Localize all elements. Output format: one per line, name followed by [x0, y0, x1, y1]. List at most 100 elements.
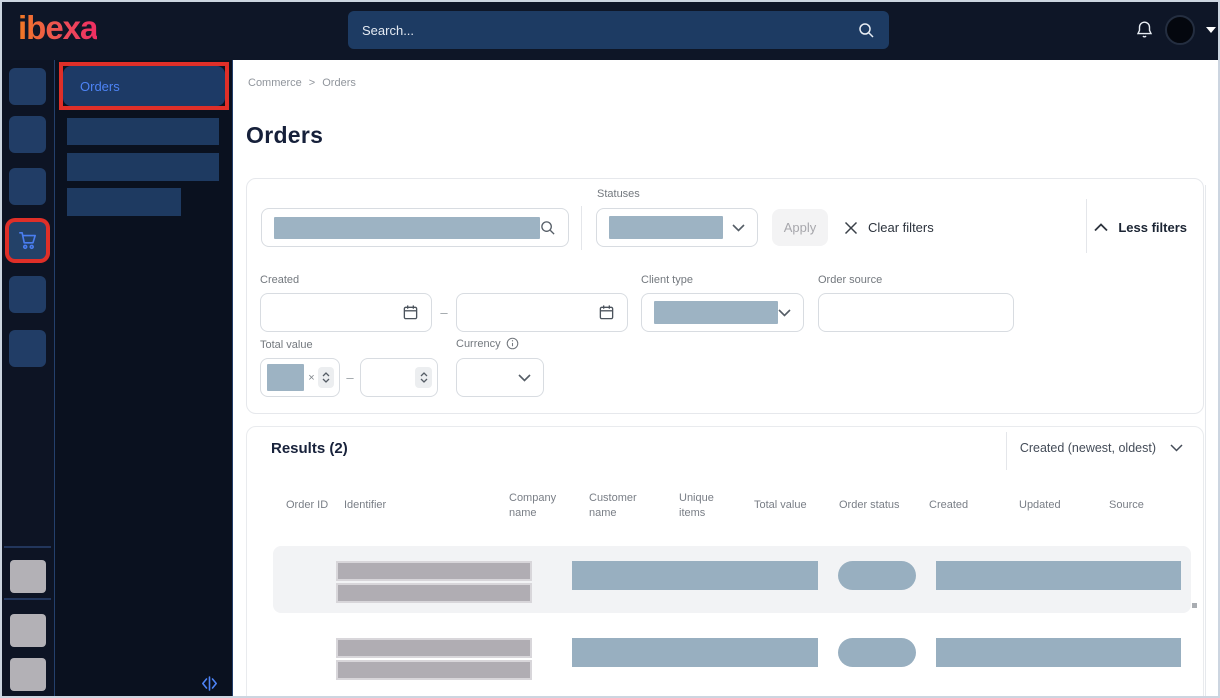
less-filters-button[interactable]: Less filters	[1094, 209, 1187, 246]
chevron-down-icon	[518, 373, 531, 382]
nav-bottom-placeholder-3[interactable]	[10, 658, 46, 691]
col-unique-items[interactable]: Unique items	[666, 489, 741, 523]
col-identifier[interactable]: Identifier	[331, 489, 496, 523]
range-dash: –	[440, 305, 448, 320]
nav-bottom-placeholder-2[interactable]	[10, 614, 46, 647]
breadcrumb: Commerce > Orders	[248, 77, 356, 89]
number-stepper[interactable]	[317, 367, 334, 388]
created-to-input[interactable]	[456, 293, 628, 332]
nav-item-commerce[interactable]	[9, 222, 46, 259]
cell-placeholder	[936, 638, 1181, 667]
breadcrumb-item-commerce[interactable]: Commerce	[248, 77, 302, 89]
divider	[1086, 199, 1087, 253]
col-updated[interactable]: Updated	[1006, 489, 1096, 523]
col-customer-name[interactable]: Customer name	[576, 489, 666, 523]
client-type-select[interactable]	[641, 293, 804, 332]
total-value-label: Total value	[260, 339, 313, 351]
commerce-submenu: Orders	[55, 60, 233, 698]
divider	[581, 206, 582, 250]
sort-dropdown[interactable]: Created (newest, oldest)	[1020, 441, 1183, 455]
less-filters-label: Less filters	[1118, 220, 1187, 235]
calendar-icon[interactable]	[598, 304, 615, 321]
cart-icon	[16, 229, 39, 252]
apply-button[interactable]: Apply	[772, 209, 828, 246]
search-icon[interactable]	[858, 22, 875, 39]
table-row[interactable]	[273, 631, 1191, 698]
global-search-input[interactable]	[362, 22, 858, 38]
menu-item-placeholder-3[interactable]	[67, 188, 181, 216]
collapse-sidebar-icon[interactable]	[201, 676, 218, 691]
chevron-down-icon	[1170, 444, 1183, 452]
number-stepper[interactable]	[415, 367, 432, 388]
chevron-down-icon	[732, 223, 745, 232]
currency-select[interactable]	[456, 358, 544, 397]
col-order-id[interactable]: Order ID	[273, 489, 331, 523]
clear-filters-button[interactable]: Clear filters	[844, 209, 934, 246]
table-row[interactable]	[273, 546, 1191, 613]
bell-icon[interactable]	[1135, 20, 1154, 40]
clear-filters-label: Clear filters	[868, 220, 934, 235]
client-type-label: Client type	[641, 274, 693, 286]
close-icon	[844, 221, 858, 235]
caret-down-icon[interactable]	[1206, 27, 1216, 33]
search-value-placeholder	[274, 216, 540, 239]
table-header-row: Order ID Identifier Company name Custome…	[273, 489, 1178, 523]
global-search[interactable]	[348, 11, 889, 49]
identifier-placeholder	[336, 561, 532, 581]
status-badge-placeholder	[838, 561, 916, 590]
col-created[interactable]: Created	[916, 489, 1006, 523]
nav-bottom-placeholder-1[interactable]	[10, 560, 46, 593]
created-from-input[interactable]	[260, 293, 432, 332]
nav-item-placeholder-5[interactable]	[9, 330, 46, 367]
col-total-value[interactable]: Total value	[741, 489, 826, 523]
nav-item-placeholder-3[interactable]	[9, 168, 46, 205]
content-edge-line	[1205, 185, 1206, 698]
breadcrumb-item-orders[interactable]: Orders	[322, 77, 356, 89]
total-value-max-input[interactable]	[360, 358, 438, 397]
topbar-right	[1135, 0, 1216, 60]
col-order-status[interactable]: Order status	[826, 489, 916, 523]
currency-label: Currency	[456, 337, 501, 350]
nav-item-placeholder-2[interactable]	[9, 116, 46, 153]
rail-divider-2	[4, 598, 51, 600]
identifier-placeholder	[336, 638, 532, 658]
chevron-down-icon	[778, 308, 791, 317]
statuses-select[interactable]	[596, 208, 758, 247]
info-icon[interactable]	[506, 337, 519, 350]
calendar-icon[interactable]	[402, 304, 419, 321]
topbar: ibexa	[0, 0, 1220, 60]
annotation-box-orders: Orders	[59, 62, 229, 110]
ibexa-logo[interactable]: ibexa	[18, 9, 98, 47]
ibexa-admin-screen: ibexa Search... Orders Commerce > Orders…	[0, 0, 1220, 698]
nav-item-placeholder-1[interactable]	[9, 68, 46, 105]
search-icon[interactable]	[540, 220, 556, 236]
avatar[interactable]	[1165, 15, 1195, 45]
filters-panel: Statuses Apply Clear filters Less filter…	[246, 178, 1204, 414]
col-company-name[interactable]: Company name	[496, 489, 576, 523]
col-source[interactable]: Source	[1096, 489, 1178, 523]
order-source-label: Order source	[818, 274, 883, 286]
identifier-placeholder	[336, 583, 532, 603]
order-source-input[interactable]	[818, 293, 1014, 332]
menu-item-orders[interactable]: Orders	[63, 66, 225, 106]
statuses-value-placeholder	[609, 216, 723, 239]
results-panel: Results (2) Created (newest, oldest) Ord…	[246, 426, 1204, 698]
total-value-placeholder	[267, 364, 305, 391]
created-label: Created	[260, 274, 300, 286]
client-type-value-placeholder	[654, 301, 778, 324]
page-title: Orders	[246, 122, 324, 148]
cell-placeholder	[572, 561, 818, 590]
total-value-min-input[interactable]: ×	[260, 358, 340, 397]
chevron-up-icon	[1094, 223, 1108, 232]
statuses-label: Statuses	[597, 188, 640, 200]
main-content: Commerce > Orders Orders Statuses Apply …	[233, 60, 1220, 698]
menu-item-orders-label: Orders	[80, 78, 120, 94]
menu-item-placeholder-1[interactable]	[67, 118, 219, 145]
breadcrumb-separator: >	[308, 77, 316, 89]
sort-label: Created (newest, oldest)	[1019, 441, 1156, 455]
rail-divider-1	[4, 546, 51, 548]
filter-search-input[interactable]	[261, 208, 569, 247]
range-dash: –	[346, 370, 354, 385]
menu-item-placeholder-2[interactable]	[67, 153, 219, 181]
nav-item-placeholder-4[interactable]	[9, 276, 46, 313]
